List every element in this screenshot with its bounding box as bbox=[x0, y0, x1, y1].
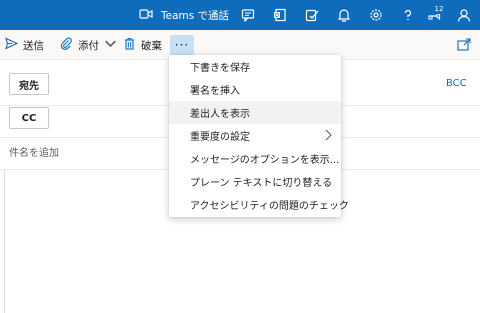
menu-item-save-draft[interactable]: 下書きを保存 bbox=[169, 55, 341, 78]
menu-item-label: プレーン テキストに切り替える bbox=[190, 178, 333, 189]
app-header: Teams で通話 O 12 bbox=[0, 0, 480, 30]
teams-call-button[interactable]: Teams で通話 bbox=[139, 0, 229, 30]
to-button[interactable]: 宛先 bbox=[9, 73, 49, 95]
menu-item-accessibility-check[interactable]: アクセシビリティの問題のチェック bbox=[169, 193, 349, 216]
chevron-down-icon bbox=[104, 37, 117, 53]
menu-item-message-options[interactable]: メッセージのオプションを表示... bbox=[169, 147, 341, 170]
person-icon[interactable] bbox=[456, 7, 472, 23]
my-day-icon[interactable] bbox=[304, 7, 320, 23]
paperclip-icon bbox=[60, 37, 73, 53]
menu-item-label: メッセージのオプションを表示... bbox=[190, 155, 340, 166]
bcc-button[interactable]: BCC bbox=[446, 78, 467, 89]
menu-item-set-importance[interactable]: 重要度の設定 bbox=[169, 124, 341, 147]
video-icon bbox=[139, 8, 153, 23]
more-options-button[interactable]: ··· bbox=[170, 35, 194, 55]
discard-label: 破棄 bbox=[141, 39, 162, 52]
attach-label: 添付 bbox=[78, 39, 99, 52]
office-icon[interactable]: O bbox=[272, 7, 288, 23]
svg-text:O: O bbox=[275, 13, 279, 19]
discard-button[interactable]: 破棄 bbox=[123, 35, 162, 55]
chat-icon[interactable] bbox=[240, 7, 256, 23]
attach-button[interactable]: 添付 bbox=[60, 35, 117, 55]
popout-icon[interactable] bbox=[456, 37, 472, 53]
subject-input[interactable]: 件名を追加 bbox=[9, 144, 59, 159]
notification-badge: 12 bbox=[433, 4, 445, 14]
menu-item-label: 署名を挿入 bbox=[190, 86, 240, 97]
teams-call-label: Teams で通話 bbox=[161, 9, 230, 22]
bell-icon[interactable] bbox=[336, 7, 352, 23]
send-label: 送信 bbox=[23, 39, 44, 52]
menu-item-label: 差出人を表示 bbox=[190, 109, 250, 120]
menu-item-label: アクセシビリティの問題のチェック bbox=[190, 201, 349, 212]
gear-icon[interactable] bbox=[368, 7, 384, 23]
menu-item-show-from[interactable]: 差出人を表示 bbox=[169, 101, 341, 124]
send-icon bbox=[5, 37, 19, 53]
menu-item-label: 下書きを保存 bbox=[190, 63, 250, 74]
send-button[interactable]: 送信 bbox=[5, 35, 44, 55]
cc-button[interactable]: CC bbox=[9, 107, 49, 129]
help-icon[interactable] bbox=[400, 7, 416, 23]
trash-icon bbox=[123, 37, 136, 53]
menu-item-insert-signature[interactable]: 署名を挿入 bbox=[169, 78, 341, 101]
more-options-menu: 下書きを保存 署名を挿入 差出人を表示 重要度の設定 メッセージのオプションを表… bbox=[169, 55, 349, 217]
chevron-right-icon bbox=[323, 129, 333, 141]
menu-item-plain-text[interactable]: プレーン テキストに切り替える bbox=[169, 170, 341, 193]
menu-item-label: 重要度の設定 bbox=[190, 132, 250, 143]
